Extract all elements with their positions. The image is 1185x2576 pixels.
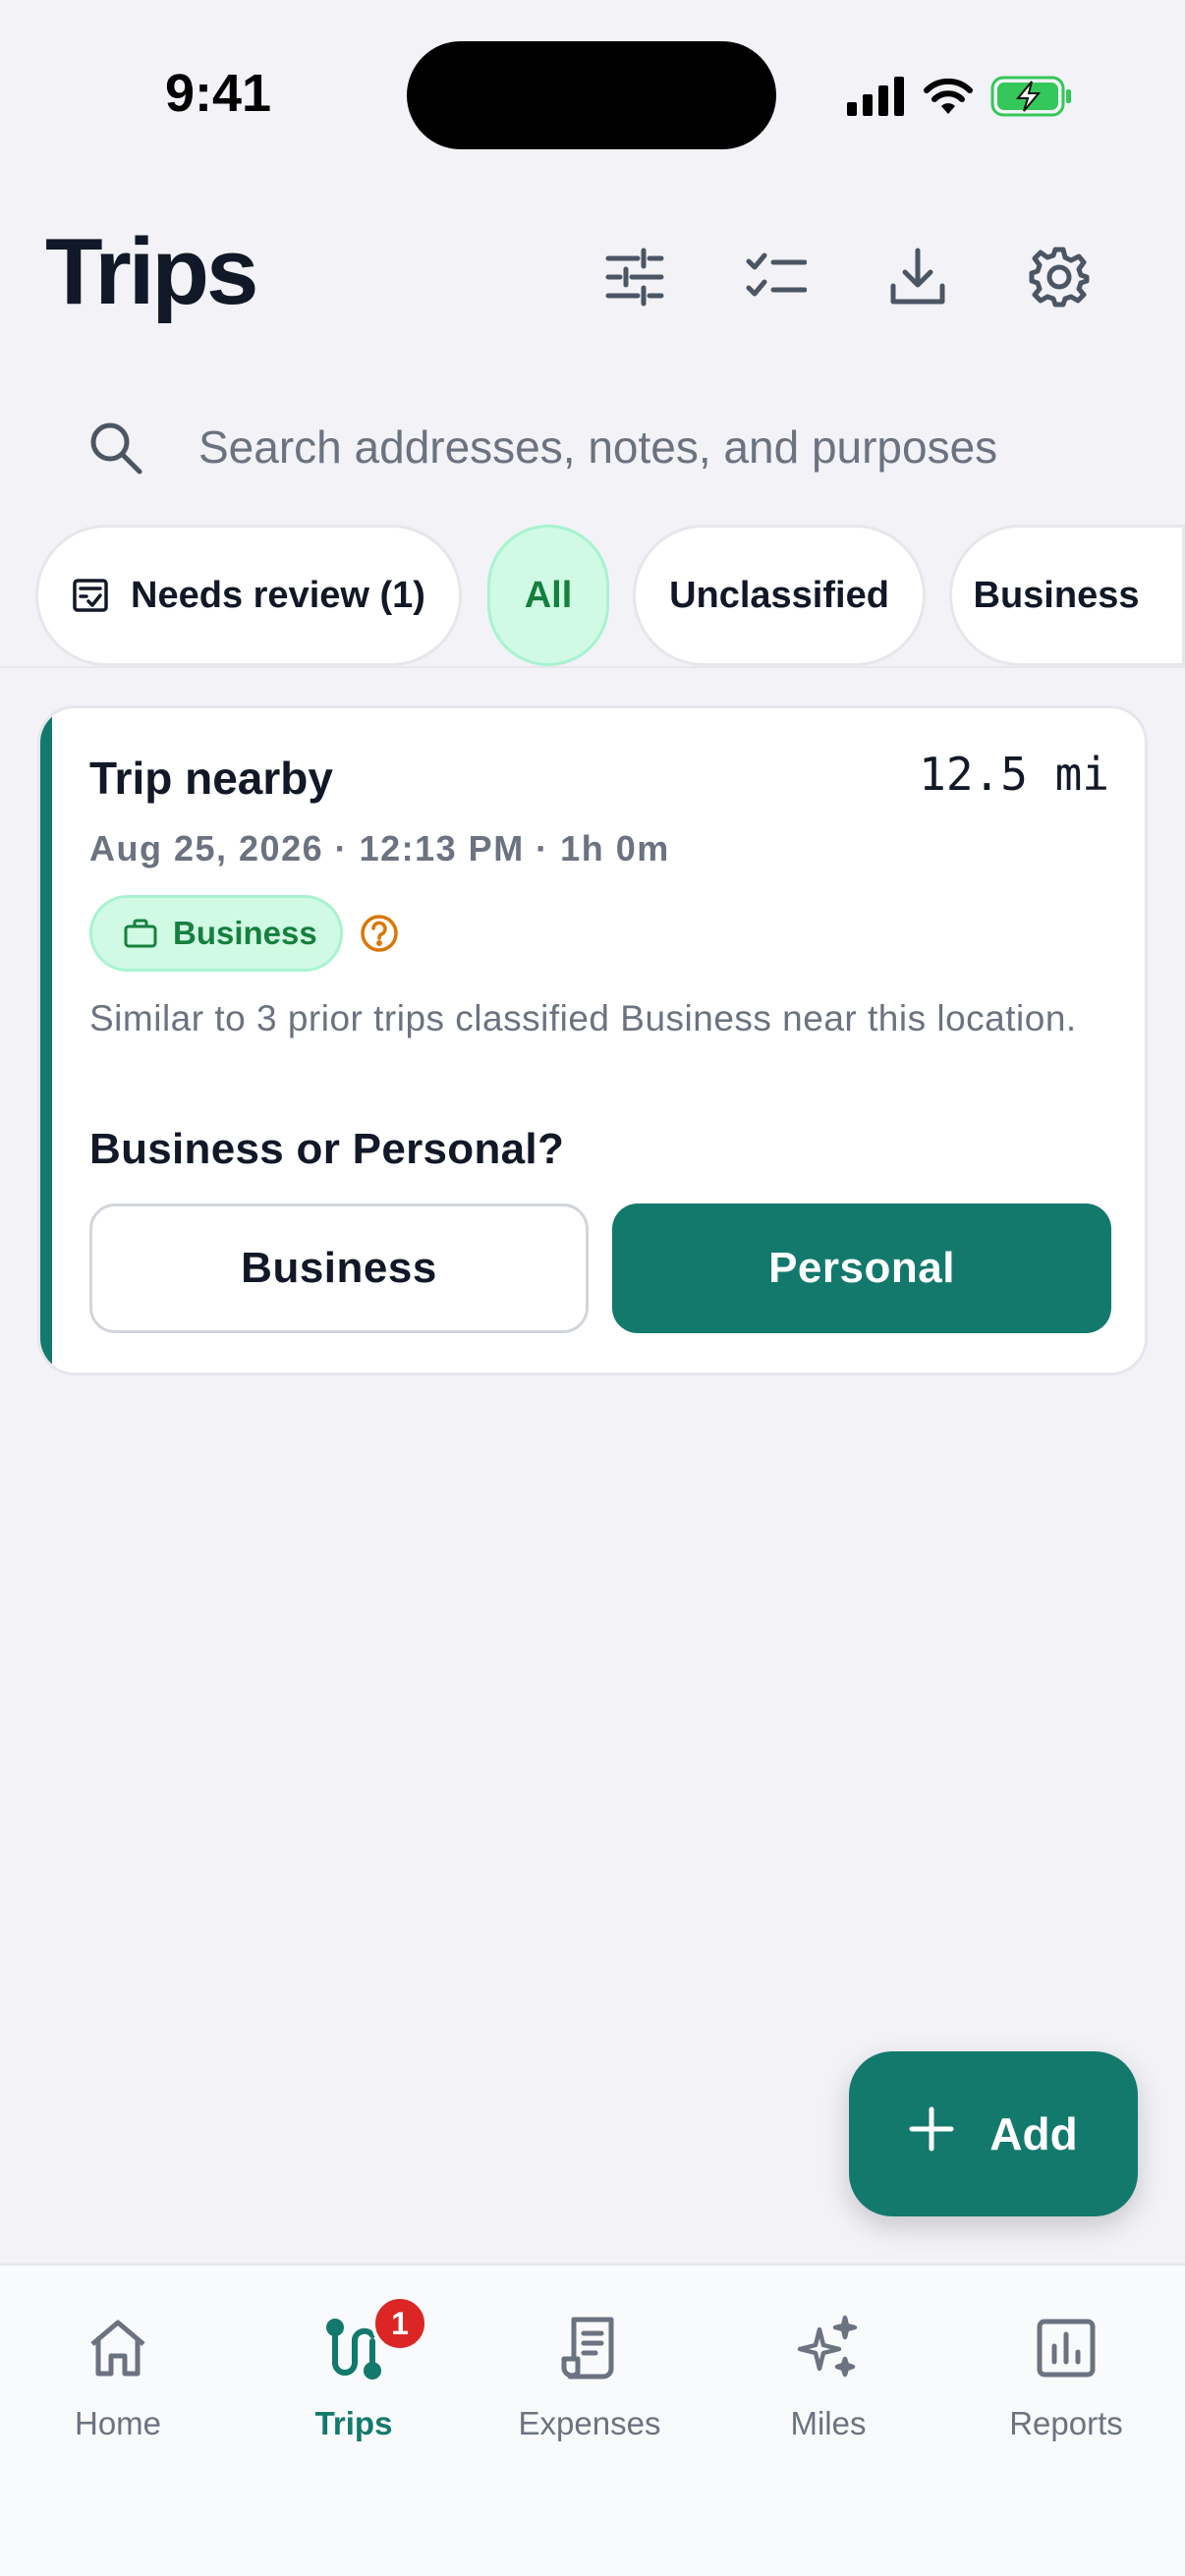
- signal-icon: [847, 77, 904, 116]
- add-trip-button[interactable]: Add: [849, 2051, 1138, 2216]
- nav-trips[interactable]: 1 Trips: [236, 2266, 472, 2462]
- help-icon[interactable]: [359, 913, 400, 959]
- search-bar: [45, 393, 1140, 501]
- wifi-icon: [924, 78, 973, 114]
- chip-label: All: [524, 574, 573, 616]
- download-icon: [890, 248, 945, 305]
- nav-label: Trips: [314, 2405, 393, 2441]
- nav-expenses[interactable]: Expenses: [472, 2266, 707, 2462]
- filter-chips: Needs review (1) All Unclassified Busine…: [35, 525, 1185, 666]
- divider: [0, 666, 1185, 668]
- dynamic-island: [407, 41, 776, 149]
- nav-reports[interactable]: Reports: [948, 2266, 1184, 2462]
- expenses-icon: [550, 2309, 629, 2387]
- battery-icon: [990, 76, 1071, 117]
- trip-card[interactable]: Trip nearby 12.5 mi Aug 25, 2026 · 12:13…: [37, 705, 1148, 1375]
- filter-settings-button[interactable]: [599, 232, 670, 322]
- trip-meta: Aug 25, 2026 · 12:13 PM · 1h 0m: [89, 828, 670, 868]
- classification-reason: Similar to 3 prior trips classified Busi…: [89, 998, 1077, 1038]
- trip-distance: 12.5 mi: [919, 748, 1109, 801]
- header-actions: [599, 232, 1095, 322]
- page-title: Trips: [45, 219, 258, 324]
- checklist-icon: [746, 252, 807, 297]
- trip-title: Trip nearby: [89, 753, 333, 804]
- bulk-select-button[interactable]: [741, 232, 812, 322]
- status-time: 9:41: [165, 64, 272, 123]
- classify-question: Business or Personal?: [89, 1125, 565, 1173]
- personal-button[interactable]: Personal: [612, 1204, 1111, 1333]
- chip-label: Business: [973, 574, 1140, 616]
- settings-button[interactable]: [1024, 232, 1095, 322]
- sliders-icon: [605, 248, 664, 307]
- briefcase-icon: [124, 919, 157, 948]
- status-bar: 9:41: [0, 0, 1185, 187]
- export-button[interactable]: [882, 232, 953, 322]
- bottom-nav: Home 1 Trips Expenses Miles Reports: [0, 2264, 1185, 2576]
- plus-icon: [909, 2106, 954, 2162]
- nav-label: Reports: [1009, 2405, 1123, 2441]
- chip-unclassified[interactable]: Unclassified: [633, 525, 926, 666]
- trips-badge: 1: [371, 2295, 428, 2352]
- classification-badge[interactable]: Business: [89, 895, 343, 972]
- chip-label: Needs review (1): [131, 574, 425, 616]
- chip-all[interactable]: All: [487, 525, 609, 666]
- status-icons: [847, 71, 1073, 122]
- nav-label: Miles: [790, 2405, 867, 2441]
- home-icon: [79, 2309, 157, 2387]
- nav-label: Expenses: [518, 2405, 661, 2441]
- card-accent-bar: [40, 708, 52, 1372]
- nav-miles[interactable]: Miles: [710, 2266, 946, 2462]
- nav-home[interactable]: Home: [0, 2266, 236, 2462]
- search-input[interactable]: [198, 413, 1122, 481]
- chip-business[interactable]: Business: [949, 525, 1185, 666]
- nav-label: Home: [74, 2405, 162, 2441]
- miles-icon: [789, 2309, 868, 2387]
- badge-label: Business: [173, 915, 317, 951]
- add-label: Add: [989, 2108, 1078, 2159]
- chip-label: Unclassified: [669, 574, 889, 616]
- reports-icon: [1027, 2309, 1105, 2387]
- gear-icon: [1029, 247, 1090, 308]
- business-button[interactable]: Business: [89, 1204, 589, 1333]
- review-icon: [72, 577, 109, 614]
- chip-needs-review[interactable]: Needs review (1): [35, 525, 462, 666]
- search-icon: [86, 419, 145, 482]
